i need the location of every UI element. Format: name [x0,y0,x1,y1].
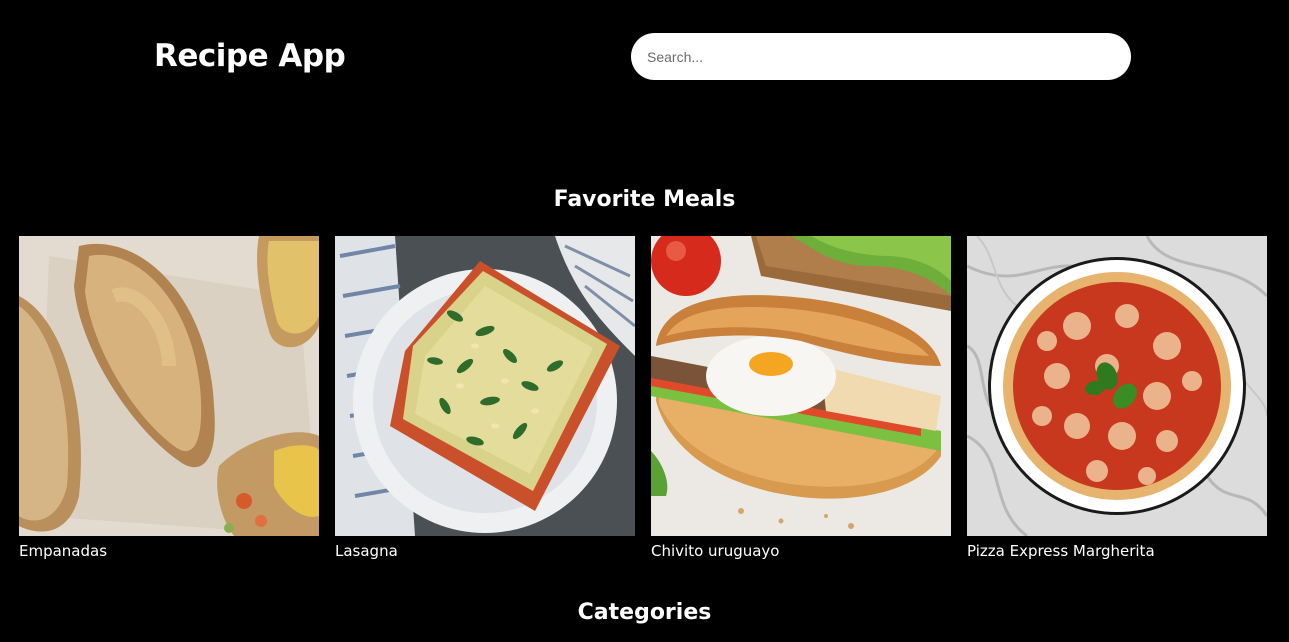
app-title: Recipe App [154,38,346,74]
favorite-meals-list: Empanadas Lasagna Chivito uruguayo Pizza… [19,236,1267,561]
meal-name[interactable]: Empanadas [19,542,319,561]
recipe-app-page: Recipe App Favorite Meals [0,0,1289,642]
meal-name[interactable]: Pizza Express Margherita [967,542,1267,561]
chivito-uruguayo-image[interactable] [651,236,951,536]
empanadas-image[interactable] [19,236,319,536]
lasagna-image[interactable] [335,236,635,536]
meal-card-chivito-uruguayo[interactable]: Chivito uruguayo [651,236,951,561]
categories-heading: Categories [577,600,712,625]
favorite-meals-heading: Favorite Meals [553,187,736,212]
search-input[interactable] [631,33,1131,80]
meal-card-pizza-express-margherita[interactable]: Pizza Express Margherita [967,236,1267,561]
meal-card-empanadas[interactable]: Empanadas [19,236,319,561]
meal-name[interactable]: Lasagna [335,542,635,561]
pizza-express-margherita-image[interactable] [967,236,1267,536]
meal-card-lasagna[interactable]: Lasagna [335,236,635,561]
meal-name[interactable]: Chivito uruguayo [651,542,951,561]
